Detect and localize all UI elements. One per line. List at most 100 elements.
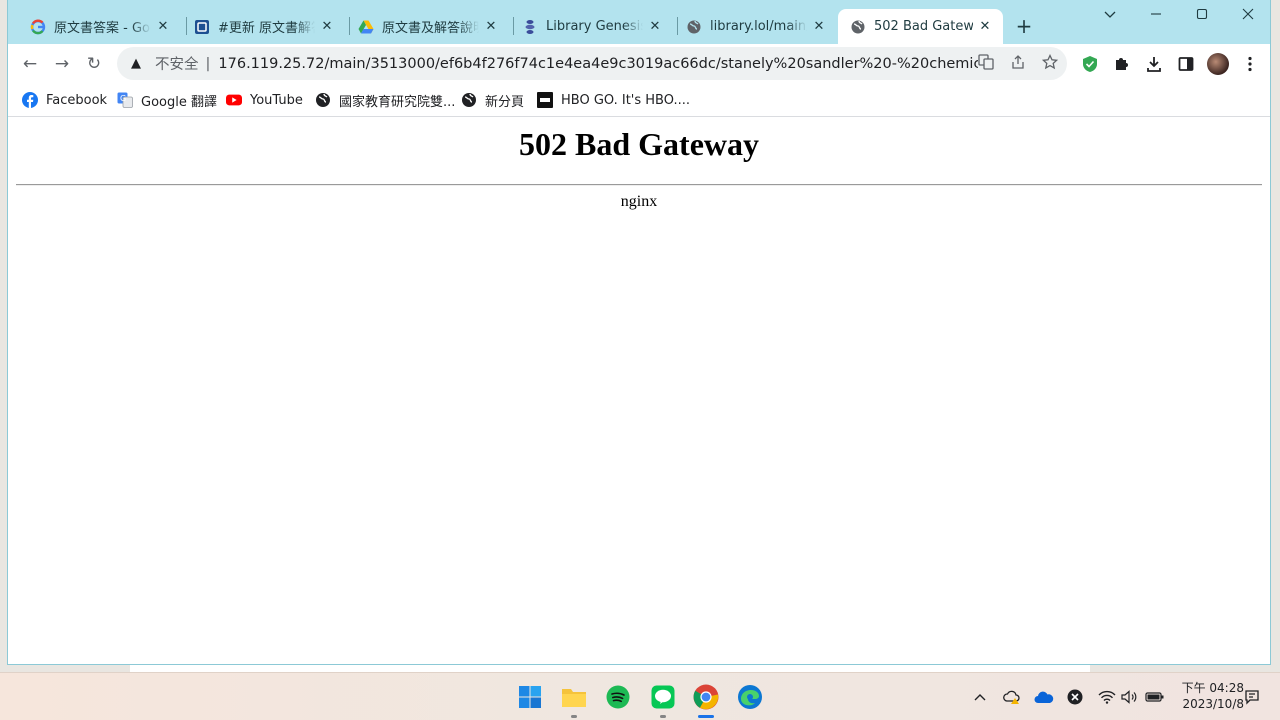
- downloads-button[interactable]: [1143, 53, 1165, 75]
- maximize-button[interactable]: [1192, 6, 1212, 26]
- tray-volume[interactable]: [1120, 687, 1140, 707]
- chrome-icon: [693, 684, 719, 710]
- close-icon[interactable]: ✕: [977, 19, 993, 35]
- tab-library-lol[interactable]: library.lol/main/E ✕: [674, 9, 837, 44]
- bookmark-label: Google 翻譯: [141, 94, 217, 110]
- close-icon[interactable]: ✕: [483, 19, 499, 35]
- security-label: 不安全: [155, 57, 199, 73]
- browser-window: 原文書答案 - Goo ✕ #更新 原文書解答 ✕ 原文書及解答說明 ✕ Lib…: [7, 0, 1271, 665]
- bookmark-hbo-go[interactable]: HBO GO. It's HBO....: [537, 90, 690, 110]
- tab-google-search[interactable]: 原文書答案 - Goo ✕: [18, 9, 181, 44]
- share-button[interactable]: [1008, 52, 1028, 72]
- bookmark-facebook[interactable]: Facebook: [22, 90, 107, 110]
- tray-wifi[interactable]: [1097, 687, 1117, 707]
- not-secure-warning-icon[interactable]: ▲: [131, 56, 147, 71]
- folder-icon: [562, 689, 586, 707]
- close-icon[interactable]: ✕: [155, 19, 171, 35]
- page-content: 502 Bad Gateway nginx: [8, 118, 1270, 664]
- taskbar-file-explorer[interactable]: [560, 683, 588, 711]
- windows-icon: [519, 686, 541, 708]
- kebab-menu-icon: [1248, 56, 1252, 72]
- document-icon: [194, 19, 210, 35]
- reload-button[interactable]: ↻: [83, 53, 105, 75]
- tab-search-button[interactable]: [1100, 6, 1120, 26]
- minimize-button[interactable]: [1146, 6, 1166, 26]
- google-g-icon: [30, 19, 46, 35]
- close-icon[interactable]: ✕: [647, 19, 663, 35]
- new-tab-button[interactable]: +: [1014, 16, 1034, 36]
- tray-battery[interactable]: [1145, 687, 1165, 707]
- tab-title: 原文書及解答說明: [382, 21, 479, 36]
- side-panel-button[interactable]: [1175, 53, 1197, 75]
- bookmark-label: Facebook: [46, 92, 108, 108]
- tab-title: 原文書答案 - Goo: [54, 21, 151, 36]
- tab-library-genesis[interactable]: Library Genesis: ✕: [510, 9, 673, 44]
- tab-502-bad-gateway[interactable]: 502 Bad Gateway ✕: [838, 9, 1003, 44]
- notification-icon: [1245, 690, 1259, 705]
- tray-onedrive[interactable]: [1034, 687, 1054, 707]
- onedrive-cloud-icon: [1034, 691, 1054, 703]
- x-circle-icon: [1067, 689, 1083, 705]
- download-icon: [1147, 57, 1161, 72]
- globe-icon: [461, 92, 477, 108]
- translate-button[interactable]: [976, 52, 996, 72]
- facebook-icon: [22, 92, 38, 108]
- bookmark-star-button[interactable]: [1040, 52, 1060, 72]
- close-icon: [1242, 8, 1254, 20]
- page-title: 502 Bad Gateway: [519, 126, 759, 162]
- google-drive-icon: [358, 19, 374, 35]
- line-chat-icon: [651, 685, 675, 709]
- address-bar[interactable]: ▲ 不安全 | 176.119.25.72/main/3513000/ef6b4…: [117, 47, 1067, 80]
- bookmark-naer[interactable]: 國家教育研究院雙...: [315, 90, 455, 110]
- taskbar: 下午 04:28 2023/10/8: [0, 672, 1280, 720]
- bookmark-google-translate[interactable]: G Google 翻譯: [117, 90, 217, 110]
- bookmark-label: 新分頁: [485, 94, 525, 110]
- close-icon[interactable]: ✕: [319, 19, 335, 35]
- youtube-icon: [226, 92, 242, 108]
- taskbar-chrome[interactable]: [692, 683, 720, 711]
- tray-overflow-button[interactable]: [970, 687, 990, 707]
- cloud-warning-icon: [1003, 690, 1020, 704]
- extensions-button[interactable]: [1111, 53, 1133, 75]
- wifi-icon: [1098, 690, 1116, 704]
- tray-close-app[interactable]: [1065, 687, 1085, 707]
- taskbar-edge[interactable]: [736, 683, 764, 711]
- globe-icon: [850, 19, 866, 35]
- server-name: nginx: [620, 193, 658, 210]
- speaker-icon: [1121, 690, 1137, 704]
- tab-title: #更新 原文書解答: [218, 21, 315, 36]
- share-icon: [1012, 55, 1024, 69]
- bookmark-new-tab[interactable]: 新分頁: [461, 90, 524, 110]
- tray-weather-alert[interactable]: [1002, 687, 1022, 707]
- profile-button[interactable]: [1207, 53, 1229, 75]
- svg-text:G: G: [120, 94, 126, 103]
- taskbar-line[interactable]: [649, 683, 677, 711]
- spotify-icon: [606, 685, 630, 709]
- tab-strip: 原文書答案 - Goo ✕ #更新 原文書解答 ✕ 原文書及解答說明 ✕ Lib…: [8, 0, 1270, 44]
- chevron-up-icon: [974, 694, 986, 701]
- globe-icon: [315, 92, 331, 108]
- hbo-icon: [537, 92, 553, 108]
- taskbar-clock[interactable]: 下午 04:28 2023/10/8: [1176, 680, 1244, 712]
- taskbar-spotify[interactable]: [604, 683, 632, 711]
- bookmark-youtube[interactable]: YouTube: [226, 90, 303, 110]
- extension-shield-button[interactable]: [1079, 53, 1101, 75]
- forward-button[interactable]: →: [51, 53, 73, 75]
- chevron-down-icon: [1104, 11, 1116, 18]
- menu-button[interactable]: [1239, 53, 1261, 75]
- tab-update-answers[interactable]: #更新 原文書解答 ✕: [182, 9, 345, 44]
- translate-icon: [978, 54, 994, 70]
- tab-title: 502 Bad Gateway: [874, 19, 973, 34]
- tab-drive-guide[interactable]: 原文書及解答說明 ✕: [346, 9, 509, 44]
- back-button[interactable]: ←: [19, 53, 41, 75]
- clock-date: 2023/10/8: [1182, 697, 1244, 711]
- omnibox-separator: |: [205, 55, 211, 72]
- tray-notifications[interactable]: [1242, 687, 1262, 707]
- close-icon[interactable]: ✕: [811, 19, 827, 35]
- library-genesis-icon: [522, 19, 538, 35]
- start-button[interactable]: [516, 683, 544, 711]
- close-window-button[interactable]: [1238, 6, 1258, 26]
- url-text[interactable]: 176.119.25.72/main/3513000/ef6b4f276f74c…: [218, 56, 978, 72]
- bookmark-label: YouTube: [250, 92, 303, 108]
- puzzle-icon: [1116, 58, 1128, 70]
